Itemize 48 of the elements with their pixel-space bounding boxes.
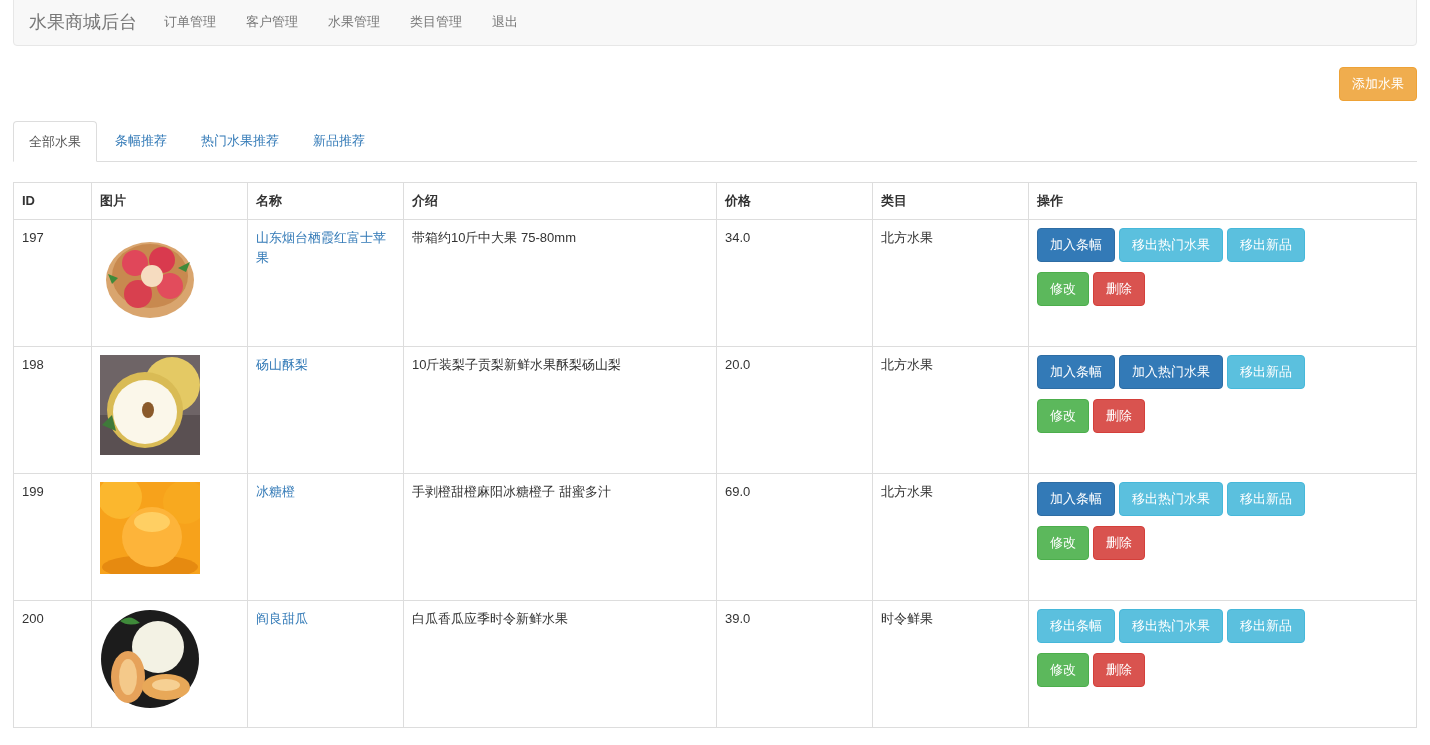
edit-button[interactable]: 修改 xyxy=(1037,399,1089,433)
delete-button[interactable]: 删除 xyxy=(1093,526,1145,560)
fruit-name-link[interactable]: 阎良甜瓜 xyxy=(256,609,395,629)
column-header: ID xyxy=(22,193,35,209)
tab[interactable]: 新品推荐 xyxy=(297,121,381,161)
edit-button[interactable]: 修改 xyxy=(1037,653,1089,687)
table-cell: 10斤装梨子贡梨新鲜水果酥梨砀山梨 xyxy=(412,357,622,372)
tab[interactable]: 热门水果推荐 xyxy=(185,121,295,161)
brand-title[interactable]: 水果商城后台 xyxy=(29,8,137,36)
nav-link[interactable]: 类目管理 xyxy=(395,12,477,32)
tab[interactable]: 全部水果 xyxy=(13,121,97,162)
edit-button[interactable]: 修改 xyxy=(1037,526,1089,560)
delete-button[interactable]: 删除 xyxy=(1093,653,1145,687)
column-header: 操作 xyxy=(1037,193,1063,209)
table-cell: 带箱约10斤中大果 75-80mm xyxy=(412,230,576,245)
table-cell: 198 xyxy=(22,357,44,372)
table-cell: 69.0 xyxy=(725,484,751,499)
table-cell: 20.0 xyxy=(725,357,751,372)
tab[interactable]: 条幅推荐 xyxy=(99,121,183,161)
table-cell: 时令鲜果 xyxy=(881,611,933,626)
nav-link[interactable]: 客户管理 xyxy=(231,12,313,32)
table-cell: 197 xyxy=(22,230,44,245)
edit-button[interactable]: 修改 xyxy=(1037,272,1089,306)
table-cell: 北方水果 xyxy=(881,484,933,499)
table-cell: 34.0 xyxy=(725,230,751,245)
column-header: 图片 xyxy=(100,193,126,209)
table-cell: 白瓜香瓜应季时令新鲜水果 xyxy=(412,611,568,626)
add-button[interactable]: 加入条幅 xyxy=(1037,228,1115,262)
nav-link[interactable]: 订单管理 xyxy=(149,12,231,32)
table-cell: 手剥橙甜橙麻阳冰糖橙子 甜蜜多汁 xyxy=(412,484,611,499)
table-cell: 北方水果 xyxy=(881,230,933,245)
add-button[interactable]: 加入条幅 xyxy=(1037,482,1115,516)
column-header: 价格 xyxy=(725,193,751,209)
column-header: 介绍 xyxy=(412,193,438,209)
nav-link[interactable]: 退出 xyxy=(477,12,533,32)
fruit-name-link[interactable]: 冰糖橙 xyxy=(256,482,395,502)
add-button[interactable]: 加入热门水果 xyxy=(1119,355,1223,389)
delete-button[interactable]: 删除 xyxy=(1093,399,1145,433)
column-header: 名称 xyxy=(256,193,282,209)
column-header: 类目 xyxy=(881,193,907,209)
table-cell: 200 xyxy=(22,611,44,626)
add-button[interactable]: 加入条幅 xyxy=(1037,355,1115,389)
nav-link[interactable]: 水果管理 xyxy=(313,12,395,32)
delete-button[interactable]: 删除 xyxy=(1093,272,1145,306)
table-cell: 199 xyxy=(22,484,44,499)
table-cell: 北方水果 xyxy=(881,357,933,372)
table-cell: 39.0 xyxy=(725,611,751,626)
fruit-name-link[interactable]: 砀山酥梨 xyxy=(256,355,395,375)
